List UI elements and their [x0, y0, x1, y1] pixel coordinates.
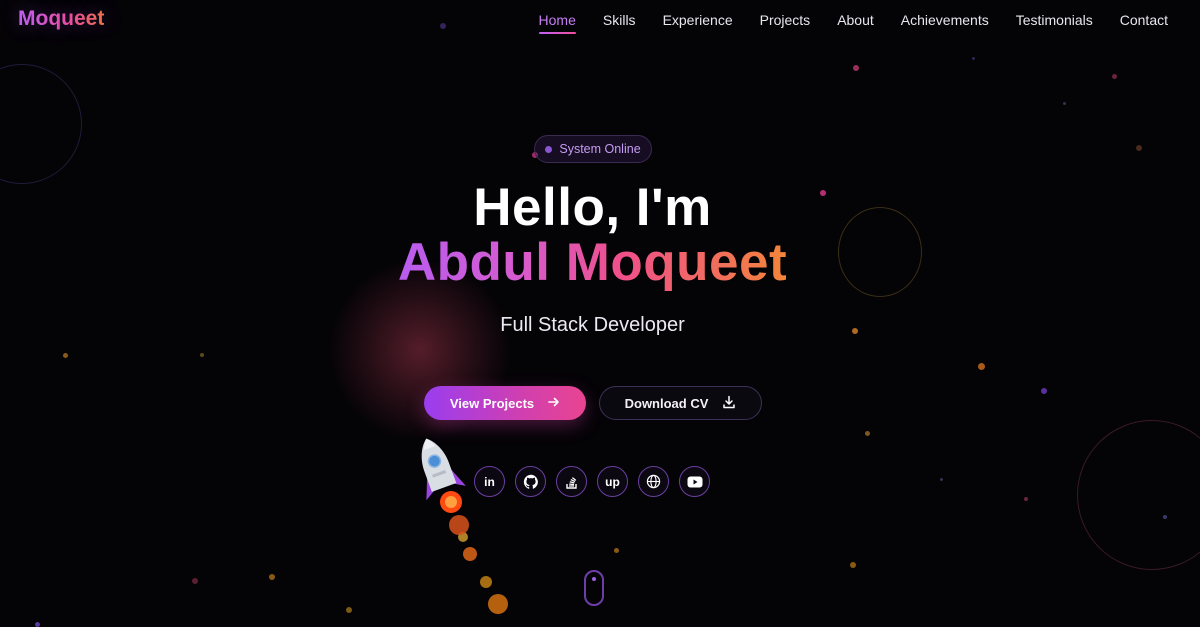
download-icon — [722, 395, 736, 412]
download-cv-label: Download CV — [624, 395, 709, 411]
site-logo[interactable]: Moqueet — [18, 7, 104, 31]
stackoverflow-icon[interactable] — [556, 466, 587, 497]
scroll-indicator[interactable] — [584, 570, 604, 606]
rocket-illustration — [408, 432, 518, 622]
nav-item-testimonials[interactable]: Testimonials — [1016, 12, 1093, 34]
hero-role: Full Stack Developer — [500, 314, 685, 336]
view-projects-button[interactable]: View Projects — [424, 386, 586, 420]
scroll-wheel-icon — [592, 577, 596, 581]
status-dot-icon — [545, 145, 553, 153]
hero-name-text: Abdul Moqueet — [397, 233, 788, 292]
status-text: System Online — [559, 142, 641, 156]
upwork-icon[interactable]: up — [597, 466, 628, 497]
nav-item-projects[interactable]: Projects — [760, 12, 811, 34]
hero-greeting: Hello, I'm — [473, 178, 712, 237]
main-nav: Home Skills Experience Projects About Ac… — [538, 12, 1168, 34]
github-icon[interactable] — [515, 466, 546, 497]
view-projects-label: View Projects — [449, 395, 535, 411]
linkedin-glyph: in — [484, 474, 495, 489]
nav-item-skills[interactable]: Skills — [603, 12, 636, 34]
nav-item-experience[interactable]: Experience — [663, 12, 733, 34]
nav-item-contact[interactable]: Contact — [1120, 12, 1168, 34]
hero-name: Abdul Moqueet — [0, 232, 1185, 293]
page: Moqueet Home Skills Experience Projects … — [0, 0, 1200, 627]
upwork-glyph: up — [605, 474, 620, 489]
linkedin-icon[interactable]: in — [474, 466, 505, 497]
arrow-right-icon — [548, 396, 560, 411]
globe-icon[interactable] — [638, 466, 669, 497]
decorative-ring — [0, 64, 82, 184]
nav-item-about[interactable]: About — [837, 12, 874, 34]
nav-item-home[interactable]: Home — [538, 12, 577, 34]
youtube-icon[interactable] — [679, 466, 710, 497]
nav-item-achievements[interactable]: Achievements — [901, 12, 989, 34]
download-cv-button[interactable]: Download CV — [599, 386, 762, 420]
social-links: in up — [474, 466, 710, 497]
decorative-ring — [1077, 420, 1200, 570]
status-badge: System Online — [534, 135, 652, 163]
